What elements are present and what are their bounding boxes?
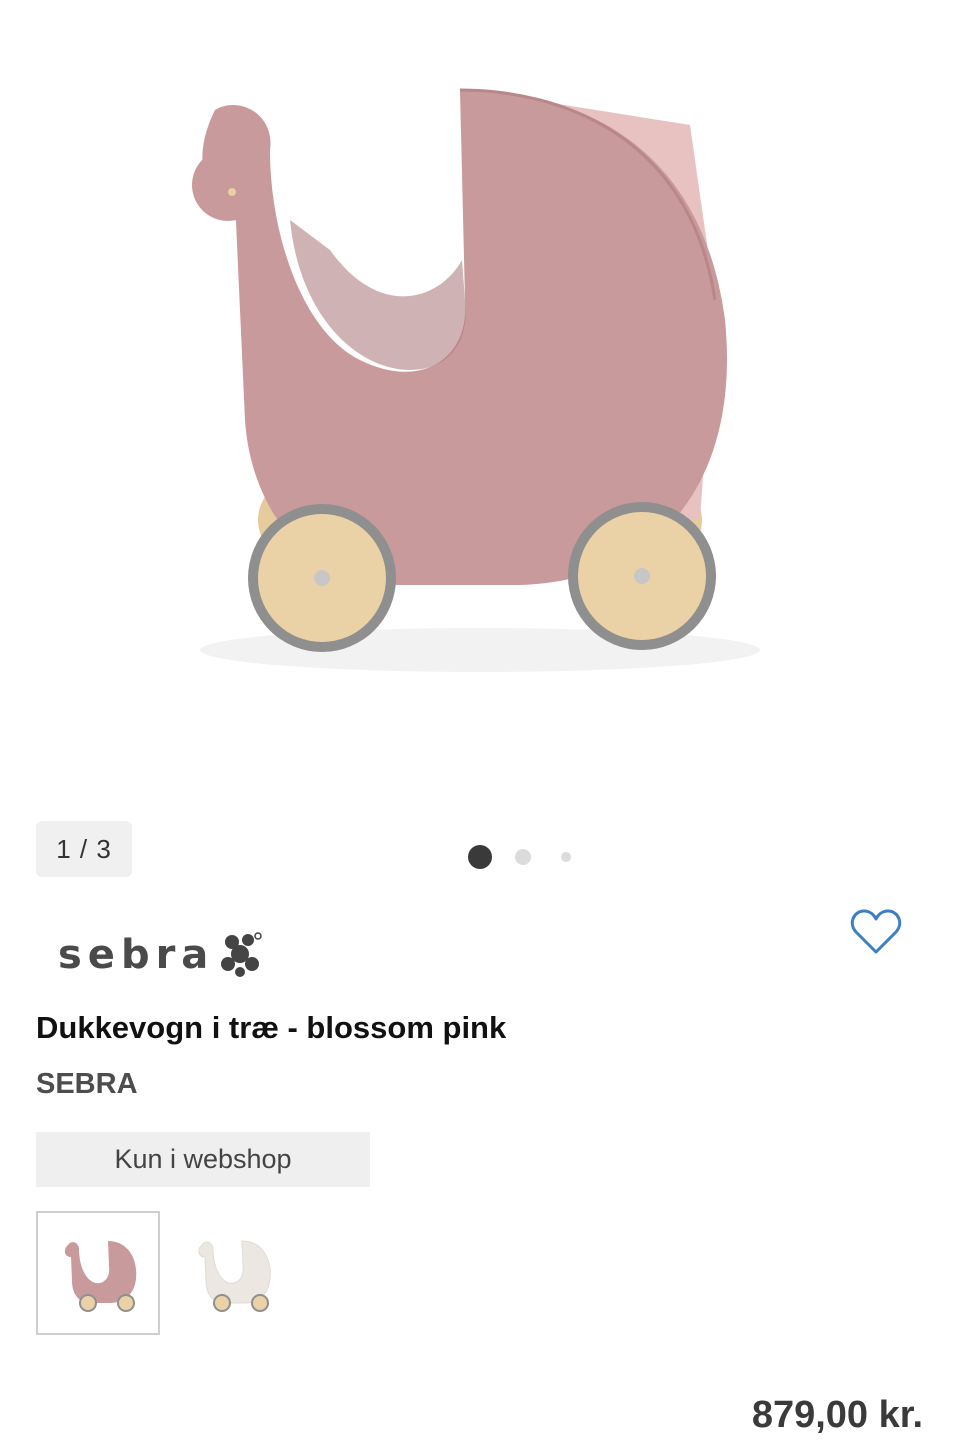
product-image-gallery[interactable] [0, 0, 960, 800]
product-brand[interactable]: SEBRA [36, 1068, 138, 1101]
product-title: Dukkevogn i træ - blossom pink [36, 1010, 507, 1045]
favorite-button[interactable] [850, 908, 902, 956]
carousel-dot-2[interactable] [515, 849, 531, 865]
brand-logo-text: sebra [58, 932, 215, 978]
heart-outline-icon [850, 909, 902, 954]
product-image [192, 88, 760, 672]
carousel-dot-3[interactable] [561, 852, 571, 862]
product-price: 879,00 kr. [751, 1394, 923, 1436]
variant-thumbnail-white[interactable] [170, 1211, 294, 1335]
carousel-dot-1[interactable] [468, 845, 492, 869]
pink-pram-thumbnail [64, 1241, 137, 1312]
availability-badge: Kun i webshop [36, 1132, 370, 1187]
white-pram-thumbnail [198, 1240, 271, 1312]
zebra-logo-icon [221, 932, 263, 977]
image-counter: 1 / 3 [36, 821, 132, 877]
variant-thumbnail-pink[interactable] [36, 1211, 160, 1335]
brand-logo[interactable]: sebra [58, 928, 264, 982]
